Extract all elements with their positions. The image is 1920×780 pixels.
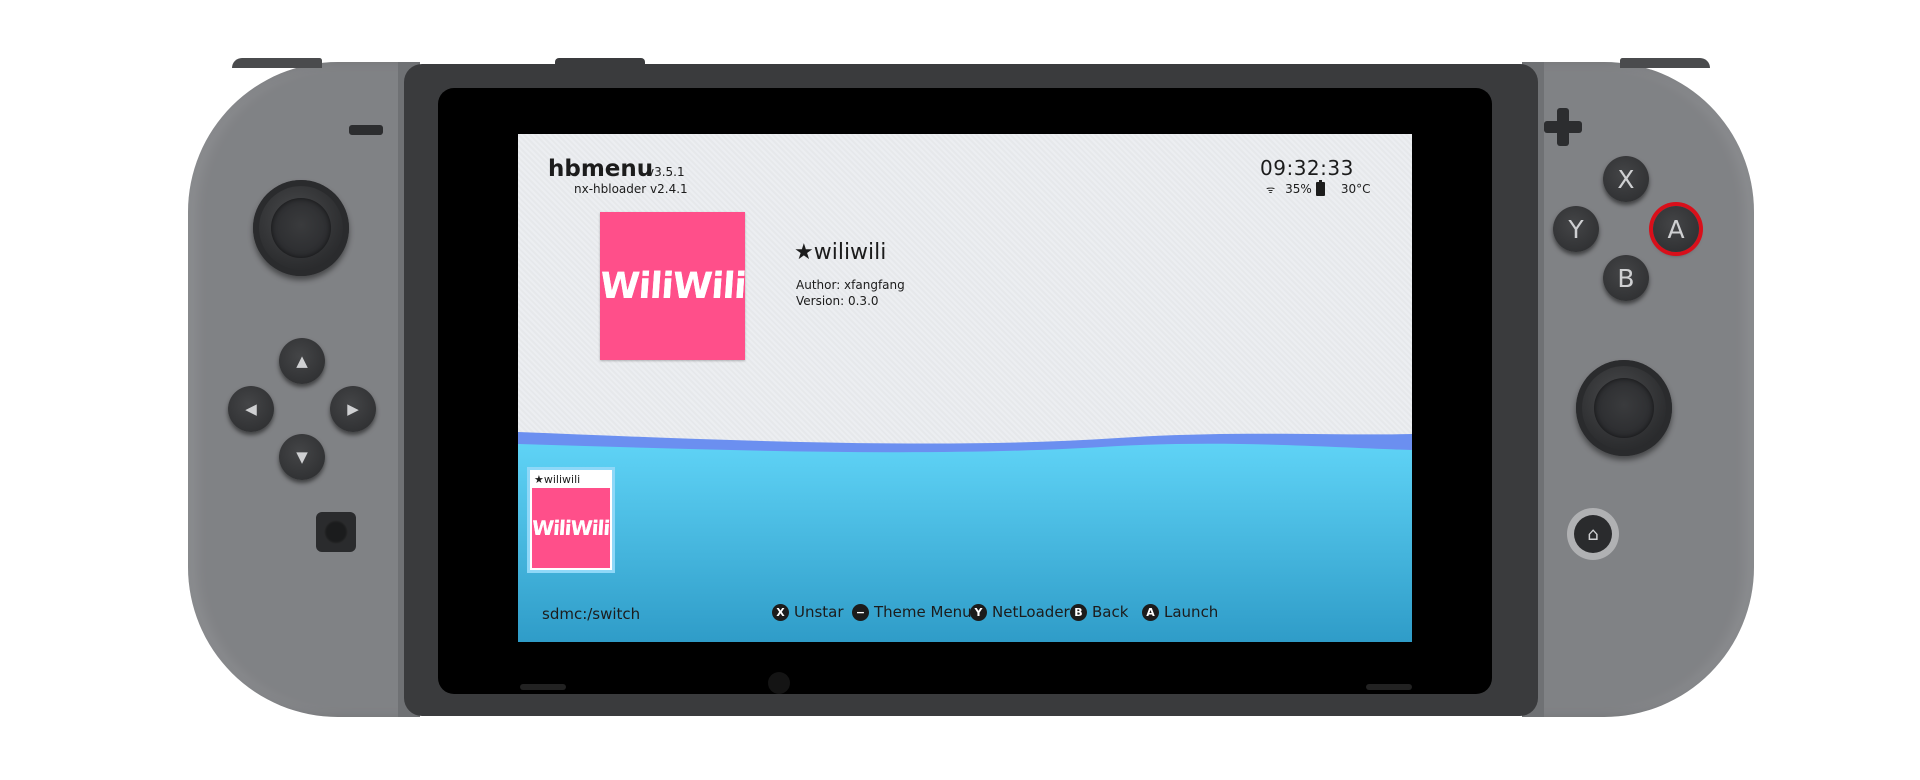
hint-back[interactable]: B Back: [1070, 603, 1128, 621]
hint-label: Unstar: [794, 603, 844, 621]
left-joycon: [188, 62, 420, 717]
clock: 09:32:33: [1260, 156, 1354, 180]
plus-icon[interactable]: [1544, 108, 1582, 146]
y-button-icon: Y: [970, 603, 987, 621]
hint-label: NetLoader: [992, 603, 1070, 621]
hint-label: Theme Menu: [874, 603, 972, 621]
app-tile-label: ★wiliwili: [534, 473, 581, 486]
right-arrow-icon[interactable]: ▶: [330, 386, 376, 432]
b-button[interactable]: B: [1603, 255, 1649, 301]
right-stick[interactable]: [1576, 360, 1672, 456]
home-button[interactable]: ⌂: [1567, 508, 1619, 560]
app-tile-icon: WiliWili: [532, 488, 610, 568]
hbmenu-screen: hbmenu v3.5.1 nx-hbloader v2.4.1 09:32:3…: [518, 134, 1412, 642]
a-button[interactable]: A: [1653, 206, 1699, 252]
x-button[interactable]: X: [1603, 156, 1649, 202]
status-bar: ᯤ 35% 30°C: [1266, 180, 1371, 196]
hint-theme-menu[interactable]: − Theme Menu: [852, 603, 972, 621]
right-shoulder-button[interactable]: [1620, 58, 1710, 68]
up-arrow-icon[interactable]: ▲: [279, 338, 325, 384]
capture-button[interactable]: [316, 512, 356, 552]
selected-app-author: Author: xfangfang: [796, 278, 905, 292]
y-button[interactable]: Y: [1553, 206, 1599, 252]
selected-app-icon: WiliWili: [598, 212, 747, 360]
b-button-icon: B: [1070, 603, 1087, 621]
x-button-icon: X: [772, 603, 789, 621]
hint-netloader[interactable]: Y NetLoader: [970, 603, 1070, 621]
wifi-icon: ᯤ: [1266, 185, 1276, 196]
current-path: sdmc:/switch: [542, 605, 641, 623]
a-button-icon: A: [1142, 603, 1159, 621]
home-icon: ⌂: [1574, 515, 1612, 553]
down-arrow-icon[interactable]: ▼: [279, 434, 325, 480]
battery-icon: [1315, 180, 1325, 196]
app-logo: WiliWili: [531, 516, 611, 540]
loader-version: nx-hbloader v2.4.1: [574, 182, 688, 196]
app-version: v3.5.1: [647, 165, 685, 179]
console-top-button: [555, 58, 645, 66]
app-logo: WiliWili: [598, 265, 747, 307]
selected-app-name: ★wiliwili: [794, 240, 887, 265]
hint-label: Launch: [1164, 603, 1219, 621]
battery-percentage: 35%: [1285, 182, 1312, 196]
app-tile[interactable]: ★wiliwili WiliWili: [530, 470, 612, 570]
hint-launch[interactable]: A Launch: [1142, 603, 1218, 621]
selected-app-version: Version: 0.3.0: [796, 294, 879, 308]
minus-button-icon: −: [852, 603, 869, 621]
hint-unstar[interactable]: X Unstar: [772, 603, 844, 621]
left-shoulder-button[interactable]: [232, 58, 322, 68]
hint-label: Back: [1092, 603, 1129, 621]
temperature: 30°C: [1340, 182, 1371, 196]
app-title: hbmenu: [548, 156, 654, 182]
bezel-vent: [520, 684, 566, 690]
bezel-sensor: [768, 672, 790, 694]
bezel-vent: [1366, 684, 1412, 690]
left-stick[interactable]: [253, 180, 349, 276]
left-arrow-icon[interactable]: ◀: [228, 386, 274, 432]
minus-icon[interactable]: [349, 125, 383, 135]
capture-icon: [324, 520, 348, 544]
